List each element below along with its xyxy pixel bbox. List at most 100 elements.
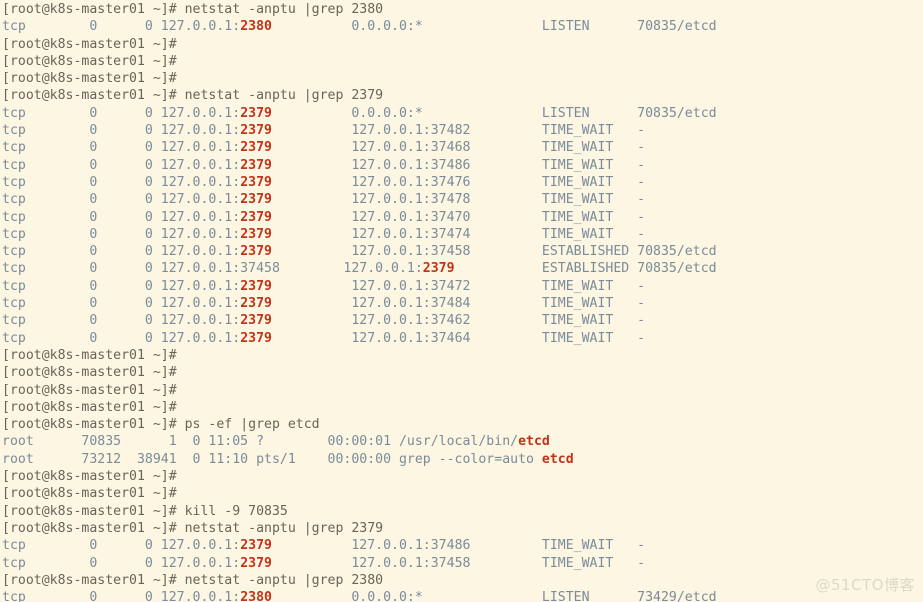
shell-prompt: [root@k8s-master01 ~]# — [2, 2, 177, 17]
command-output: tcp 0 0 127.0.0.1:37458 127.0.0.1: — [2, 261, 423, 277]
terminal-prompt-line: [root@k8s-master01 ~]# — [2, 53, 923, 70]
command-output: tcp 0 0 127.0.0.1: — [2, 538, 241, 554]
terminal-prompt-line: [root@k8s-master01 ~]# kill -9 70835 — [2, 503, 923, 520]
terminal-output-line: tcp 0 0 127.0.0.1:2379 0.0.0.0:* LISTEN … — [2, 105, 923, 122]
command-output: 0.0.0.0:* LISTEN 73429/etcd — [271, 590, 717, 602]
terminal-output-line: tcp 0 0 127.0.0.1:2379 127.0.0.1:37458 E… — [2, 243, 923, 260]
shell-command: kill -9 70835 — [176, 503, 288, 519]
command-output: root 73212 38941 0 11:10 pts/1 00:00:00 … — [2, 451, 542, 467]
terminal-prompt-line: [root@k8s-master01 ~]# — [2, 36, 923, 53]
terminal-output-line: tcp 0 0 127.0.0.1:2379 127.0.0.1:37474 T… — [2, 226, 923, 243]
terminal-prompt-line: [root@k8s-master01 ~]# — [2, 399, 923, 416]
command-output: ESTABLISHED 70835/etcd — [454, 261, 717, 277]
grep-match: 2379 — [240, 105, 272, 121]
shell-prompt: [root@k8s-master01 ~]# — [2, 88, 177, 104]
shell-prompt: [root@k8s-master01 ~]# — [2, 417, 177, 433]
command-output: 127.0.0.1:37464 TIME_WAIT - — [271, 330, 646, 346]
command-output: tcp 0 0 127.0.0.1: — [2, 590, 241, 602]
command-output: 127.0.0.1:37470 TIME_WAIT - — [271, 209, 646, 225]
command-output: 127.0.0.1:37458 ESTABLISHED 70835/etcd — [271, 244, 717, 260]
command-output: 127.0.0.1:37484 TIME_WAIT - — [271, 296, 646, 312]
terminal-output-line: tcp 0 0 127.0.0.1:2379 127.0.0.1:37486 T… — [2, 537, 923, 554]
grep-match: 2379 — [240, 174, 272, 190]
terminal-output-line: tcp 0 0 127.0.0.1:2379 127.0.0.1:37458 T… — [2, 555, 923, 572]
terminal-output-line: tcp 0 0 127.0.0.1:2379 127.0.0.1:37482 T… — [2, 122, 923, 139]
grep-match: 2379 — [240, 157, 272, 173]
command-output: tcp 0 0 127.0.0.1: — [2, 244, 241, 260]
command-output: root 70835 1 0 11:05 ? 00:00:01 /usr/loc… — [2, 434, 519, 450]
command-output: 127.0.0.1:37474 TIME_WAIT - — [271, 226, 646, 242]
grep-match: etcd — [518, 434, 550, 450]
shell-prompt: [root@k8s-master01 ~]# — [2, 365, 177, 381]
grep-match: 2379 — [240, 313, 272, 329]
grep-match: 2379 — [240, 330, 272, 346]
grep-match: 2379 — [422, 261, 455, 277]
shell-command: netstat -anptu |grep 2380 — [176, 2, 384, 17]
terminal-output-line: tcp 0 0 127.0.0.1:2379 127.0.0.1:37476 T… — [2, 174, 923, 191]
shell-prompt: [root@k8s-master01 ~]# — [2, 486, 177, 502]
grep-match: 2379 — [240, 123, 272, 139]
command-output: 127.0.0.1:37482 TIME_WAIT - — [271, 123, 646, 139]
terminal-output-line: tcp 0 0 127.0.0.1:2380 0.0.0.0:* LISTEN … — [2, 589, 923, 602]
command-output: tcp 0 0 127.0.0.1: — [2, 19, 241, 35]
terminal-prompt-line: [root@k8s-master01 ~]# netstat -anptu |g… — [2, 572, 923, 589]
command-output: tcp 0 0 127.0.0.1: — [2, 157, 241, 173]
terminal-window[interactable]: [root@k8s-master01 ~]# netstat -anptu |g… — [0, 0, 923, 602]
command-output: 0.0.0.0:* LISTEN 70835/etcd — [271, 105, 717, 121]
command-output: 127.0.0.1:37462 TIME_WAIT - — [271, 313, 646, 329]
terminal-prompt-line: [root@k8s-master01 ~]# netstat -anptu |g… — [2, 87, 923, 104]
command-output: tcp 0 0 127.0.0.1: — [2, 192, 241, 208]
terminal-prompt-line: [root@k8s-master01 ~]# — [2, 468, 923, 485]
command-output: 127.0.0.1:37486 TIME_WAIT - — [271, 538, 646, 554]
terminal-prompt-line: [root@k8s-master01 ~]# netstat -anptu |g… — [2, 520, 923, 537]
shell-command: netstat -anptu |grep 2380 — [176, 572, 384, 588]
command-output: tcp 0 0 127.0.0.1: — [2, 123, 241, 139]
command-output: 127.0.0.1:37486 TIME_WAIT - — [271, 157, 646, 173]
command-output: 127.0.0.1:37458 TIME_WAIT - — [271, 555, 646, 571]
command-output: tcp 0 0 127.0.0.1: — [2, 174, 241, 190]
terminal-output-line: root 70835 1 0 11:05 ? 00:00:01 /usr/loc… — [2, 433, 923, 450]
shell-prompt: [root@k8s-master01 ~]# — [2, 503, 177, 519]
terminal-output-line: tcp 0 0 127.0.0.1:2379 127.0.0.1:37468 T… — [2, 139, 923, 156]
terminal-prompt-line: [root@k8s-master01 ~]# — [2, 382, 923, 399]
shell-prompt: [root@k8s-master01 ~]# — [2, 36, 177, 52]
command-output: 127.0.0.1:37472 TIME_WAIT - — [271, 278, 646, 294]
shell-prompt: [root@k8s-master01 ~]# — [2, 71, 177, 87]
terminal-prompt-line: [root@k8s-master01 ~]# ps -ef |grep etcd — [2, 416, 923, 433]
command-output: 127.0.0.1:37478 TIME_WAIT - — [271, 192, 646, 208]
shell-command: netstat -anptu |grep 2379 — [176, 88, 384, 104]
command-output: tcp 0 0 127.0.0.1: — [2, 296, 241, 312]
command-output: 127.0.0.1:37468 TIME_WAIT - — [271, 140, 646, 156]
grep-match: 2379 — [240, 192, 272, 208]
shell-command: netstat -anptu |grep 2379 — [176, 520, 384, 536]
terminal-output: [root@k8s-master01 ~]# netstat -anptu |g… — [2, 1, 923, 602]
command-output: tcp 0 0 127.0.0.1: — [2, 313, 241, 329]
command-output: tcp 0 0 127.0.0.1: — [2, 209, 241, 225]
grep-match: 2379 — [240, 140, 272, 156]
terminal-output-line: tcp 0 0 127.0.0.1:37458 127.0.0.1:2379 E… — [2, 260, 923, 277]
shell-prompt: [root@k8s-master01 ~]# — [2, 469, 177, 485]
terminal-output-line: root 73212 38941 0 11:10 pts/1 00:00:00 … — [2, 451, 923, 468]
command-output: tcp 0 0 127.0.0.1: — [2, 226, 241, 242]
terminal-output-line: tcp 0 0 127.0.0.1:2380 0.0.0.0:* LISTEN … — [2, 18, 923, 35]
terminal-output-line: tcp 0 0 127.0.0.1:2379 127.0.0.1:37462 T… — [2, 312, 923, 329]
grep-match: 2379 — [240, 555, 272, 571]
shell-prompt: [root@k8s-master01 ~]# — [2, 382, 177, 398]
shell-prompt: [root@k8s-master01 ~]# — [2, 347, 177, 363]
grep-match: 2379 — [240, 209, 272, 225]
shell-prompt: [root@k8s-master01 ~]# — [2, 53, 177, 69]
grep-match: etcd — [541, 451, 574, 467]
grep-match: 2380 — [240, 590, 272, 602]
terminal-prompt-line: [root@k8s-master01 ~]# netstat -anptu |g… — [2, 1, 923, 18]
shell-prompt: [root@k8s-master01 ~]# — [2, 572, 177, 588]
command-output: tcp 0 0 127.0.0.1: — [2, 555, 241, 571]
grep-match: 2379 — [240, 278, 272, 294]
terminal-output-line: tcp 0 0 127.0.0.1:2379 127.0.0.1:37464 T… — [2, 330, 923, 347]
command-output: tcp 0 0 127.0.0.1: — [2, 278, 241, 294]
grep-match: 2379 — [240, 226, 272, 242]
terminal-output-line: tcp 0 0 127.0.0.1:2379 127.0.0.1:37470 T… — [2, 209, 923, 226]
command-output: tcp 0 0 127.0.0.1: — [2, 140, 241, 156]
command-output: 127.0.0.1:37476 TIME_WAIT - — [271, 174, 646, 190]
terminal-prompt-line: [root@k8s-master01 ~]# — [2, 70, 923, 87]
shell-command: ps -ef |grep etcd — [176, 417, 320, 433]
